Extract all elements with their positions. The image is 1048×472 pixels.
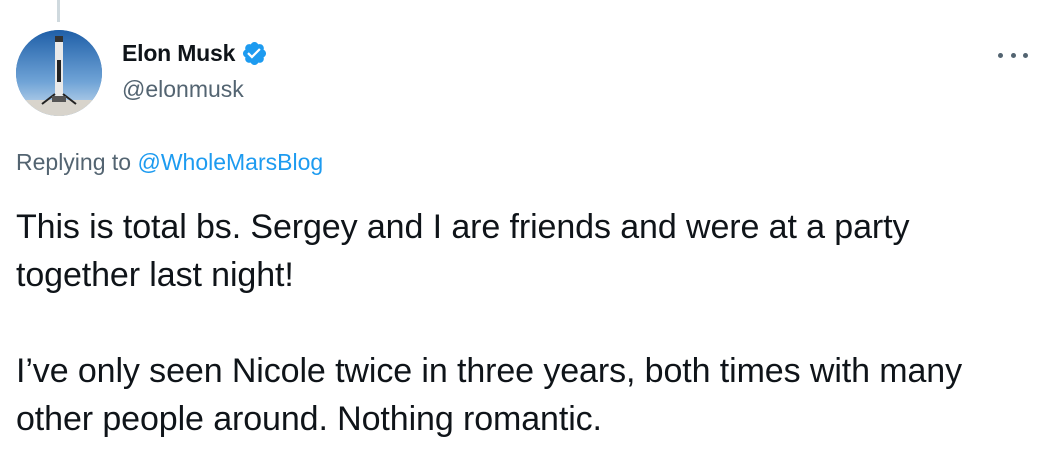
- rocket-avatar-icon: [16, 30, 102, 116]
- thread-connector-line: [57, 0, 60, 22]
- tweet-paragraph-1: This is total bs. Sergey and I are frien…: [16, 208, 910, 294]
- replying-prefix: Replying to: [16, 149, 138, 175]
- tweet-text: This is total bs. Sergey and I are frien…: [16, 203, 1026, 443]
- author-display-name[interactable]: Elon Musk: [122, 40, 235, 67]
- more-dot: [1023, 52, 1028, 58]
- tweet-paragraph-2: I’ve only seen Nicole twice in three yea…: [16, 352, 963, 438]
- more-options-icon[interactable]: [998, 44, 1028, 66]
- replying-to-line: Replying to @WholeMarsBlog: [16, 149, 323, 176]
- reply-mention-link[interactable]: @WholeMarsBlog: [137, 149, 323, 175]
- more-dot: [998, 52, 1003, 58]
- author-handle[interactable]: @elonmusk: [122, 76, 244, 103]
- author-name-row[interactable]: Elon Musk: [122, 38, 268, 68]
- verified-badge-icon: [241, 40, 268, 67]
- avatar[interactable]: [16, 30, 102, 116]
- more-dot: [1010, 52, 1016, 58]
